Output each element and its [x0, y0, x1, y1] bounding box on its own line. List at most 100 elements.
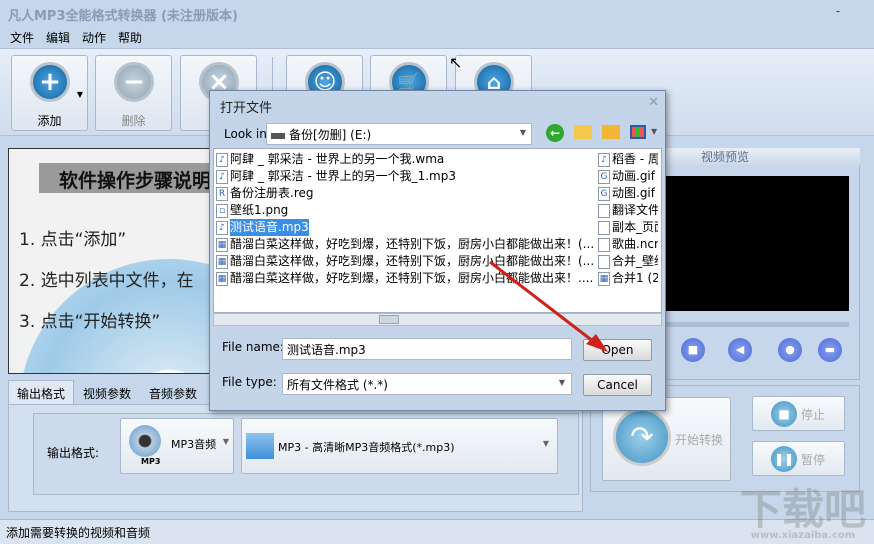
volume-icon[interactable]: ◀	[728, 338, 752, 362]
guide-step-2: 2. 选中列表中文件，在	[19, 271, 194, 291]
video-icon: ▦	[216, 271, 228, 286]
file-name: 动画.gif	[612, 169, 655, 183]
video-icon: ▦	[216, 254, 228, 269]
camera-icon[interactable]: ●	[778, 338, 802, 362]
file-name: 醋溜白菜这样做，好吃到爆，还特别下饭，厨房小白都能做出来！(...	[230, 254, 594, 268]
chevron-down-icon[interactable]: ▼	[651, 127, 657, 136]
delete-label: 删除	[121, 114, 146, 128]
pause-button[interactable]: ❚❚ 暂停	[752, 441, 845, 476]
gif-icon: G	[598, 186, 610, 201]
file-list-item[interactable]: G 动图.gif	[598, 185, 655, 202]
up-folder-icon[interactable]	[574, 125, 592, 139]
back-icon[interactable]: ←	[546, 124, 564, 142]
file-name: 翻译文件	[612, 203, 658, 217]
output-format-label: 输出格式:	[47, 446, 100, 460]
file-list-item[interactable]: R 备份注册表.reg	[216, 185, 314, 202]
cancel-button[interactable]: Cancel	[583, 374, 652, 396]
new-folder-icon[interactable]	[602, 125, 620, 139]
file-list-item[interactable]: ♪ 稻香 - 周	[598, 151, 658, 168]
look-in-select[interactable]: 备份[勿删] (E:) ▼	[266, 123, 532, 145]
video-icon: ▦	[598, 271, 610, 286]
file-list-item[interactable]: ▫ 壁纸1.png	[216, 202, 288, 219]
guide-step-1: 1. 点击“添加”	[19, 230, 127, 250]
file-name: 副本_页面	[612, 220, 658, 234]
view-menu-icon[interactable]	[630, 125, 646, 139]
open-file-dialog: 打开文件 ✕ Look in: 备份[勿删] (E:) ▼ ← ▼ ♪ 阿肆 _ …	[209, 90, 666, 411]
file-name: 测试语音.mp3	[230, 219, 309, 236]
format-type-select[interactable]: MP3 MP3音频 ▼	[120, 418, 234, 474]
stop-icon[interactable]: ■	[681, 338, 705, 362]
look-in-value: 备份[勿删] (E:)	[289, 128, 372, 142]
file-list-item[interactable]: 副本_页面	[598, 219, 658, 236]
file-type-select[interactable]: 所有文件格式 (*.*) ▼	[282, 373, 572, 395]
watermark-url: www.xiazaiba.com	[750, 530, 856, 541]
file-name: 歌曲.ncm	[612, 237, 658, 251]
file-list-item[interactable]: 合并_壁纸	[598, 253, 658, 270]
audio-icon: ♪	[216, 169, 228, 184]
box-icon	[246, 433, 274, 459]
tab-video-params[interactable]: 视频参数	[74, 380, 140, 407]
dialog-close-button[interactable]: ✕	[648, 95, 659, 110]
stop-icon: ■	[771, 401, 797, 427]
file-list: ♪ 阿肆 _ 郭采洁 - 世界上的另一个我.wma ♪ 阿肆 _ 郭采洁 - 世界上的…	[213, 148, 662, 313]
file-list-item[interactable]: ▦ 醋溜白菜这样做，好吃到爆，还特别下饭，厨房小白都能做出来！(...	[216, 236, 594, 253]
menu-edit[interactable]: 编辑	[46, 29, 70, 46]
open-button[interactable]: Open	[583, 339, 652, 361]
file-list-item[interactable]: ▦合并1 (2)	[598, 270, 658, 287]
drive-icon	[271, 133, 285, 139]
minimize-button[interactable]: -	[828, 4, 848, 20]
minus-icon: −	[114, 62, 154, 102]
watermark-text: 下载吧	[739, 485, 866, 534]
format-group: 输出格式: MP3 MP3音频 ▼ MP3 - 高清晰MP3音频格式(*.mp3…	[33, 413, 579, 495]
file-name: 醋溜白菜这样做，好吃到爆，还特别下饭，厨房小白都能做出来！....	[230, 271, 594, 285]
delete-button[interactable]: − 删除	[95, 55, 172, 131]
start-convert-label: 开始转换	[675, 433, 724, 447]
redo-icon: ↷	[613, 408, 671, 466]
file-list-item[interactable]: G 动画.gif	[598, 168, 655, 185]
file-name-label: File name:	[222, 340, 284, 354]
folder-icon[interactable]: ▬	[818, 338, 842, 362]
file-list-item[interactable]: 翻译文件	[598, 202, 658, 219]
preview-progress-slider[interactable]	[665, 322, 849, 327]
mp3-icon-text: MP3	[141, 457, 161, 466]
pause-icon: ❚❚	[771, 446, 797, 472]
output-format-panel: 输出格式: MP3 MP3音频 ▼ MP3 - 高清晰MP3音频格式(*.mp3…	[8, 404, 583, 512]
stop-button[interactable]: ■ 停止	[752, 396, 845, 431]
menu-file[interactable]: 文件	[10, 29, 34, 46]
file-name: 醋溜白菜这样做，好吃到爆，还特别下饭，厨房小白都能做出来！(...	[230, 237, 594, 251]
file-list-item[interactable]: 歌曲.ncm	[598, 236, 658, 253]
mp3-icon	[129, 425, 161, 457]
file-name-input[interactable]: 测试语音.mp3	[282, 338, 572, 360]
tab-output-format[interactable]: 输出格式	[8, 380, 75, 407]
pause-label: 暂停	[801, 453, 826, 467]
menu-bar: 文件 编辑 动作 帮助	[10, 29, 142, 46]
format-profile-select[interactable]: MP3 - 高清晰MP3音频格式(*.mp3) ▼	[241, 418, 558, 474]
file-name: 备份注册表.reg	[230, 186, 314, 200]
chevron-down-icon: ▼	[558, 378, 565, 387]
format-profile-label: MP3 - 高清晰MP3音频格式(*.mp3)	[278, 441, 455, 454]
file-name: 稻香 - 周	[612, 152, 658, 166]
video-preview	[665, 176, 849, 311]
file-name: 动图.gif	[612, 186, 655, 200]
file-list-item[interactable]: ♪ 阿肆 _ 郭采洁 - 世界上的另一个我_1.mp3	[216, 168, 456, 185]
watermark: 下载吧 www.xiazaiba.com	[739, 485, 866, 542]
menu-help[interactable]: 帮助	[118, 29, 142, 46]
add-button[interactable]: + ▼ 添加	[11, 55, 88, 131]
dialog-title: 打开文件	[220, 101, 273, 116]
file-list-item[interactable]: ♪ 测试语音.mp3	[216, 219, 309, 236]
guide-step-3: 3. 点击“开始转换”	[19, 312, 161, 332]
file-list-item[interactable]: ▦ 醋溜白菜这样做，好吃到爆，还特别下饭，厨房小白都能做出来！(...	[216, 253, 594, 270]
gif-icon: G	[598, 169, 610, 184]
file-type-label: File type:	[222, 375, 277, 389]
tab-audio-params[interactable]: 音频参数	[140, 380, 206, 407]
scrollbar-thumb[interactable]	[379, 315, 399, 324]
file-list-item[interactable]: ♪ 阿肆 _ 郭采洁 - 世界上的另一个我.wma	[216, 151, 444, 168]
image-icon: ▫	[216, 203, 228, 218]
menu-action[interactable]: 动作	[82, 29, 106, 46]
chevron-down-icon: ▼	[222, 437, 229, 446]
audio-icon: ♪	[216, 220, 228, 235]
registry-icon: R	[216, 186, 228, 201]
file-list-item[interactable]: ▦ 醋溜白菜这样做，好吃到爆，还特别下饭，厨房小白都能做出来！....	[216, 270, 593, 287]
chevron-down-icon[interactable]: ▼	[77, 90, 83, 99]
horizontal-scrollbar[interactable]	[213, 313, 662, 326]
